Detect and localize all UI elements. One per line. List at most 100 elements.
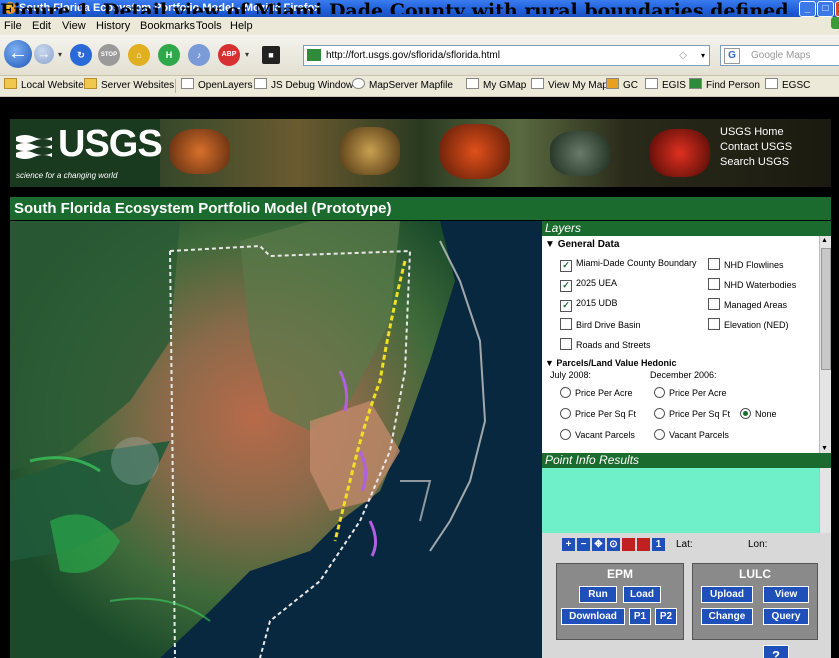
adblock-dropdown-icon[interactable]: ▾	[245, 50, 249, 59]
contact-usgs-link[interactable]: Contact USGS	[720, 140, 792, 155]
stop-button[interactable]: STOP	[98, 44, 120, 66]
run-button[interactable]: Run	[579, 586, 617, 603]
radio-vacant-parcels-2008[interactable]: Vacant Parcels	[560, 429, 635, 440]
menu-tools[interactable]: Tools	[196, 17, 222, 35]
layers-header: Layers	[542, 221, 831, 236]
url-text: http://fort.usgs.gov/sflorida/sflorida.h…	[326, 50, 500, 61]
measure-button[interactable]: 1	[652, 538, 665, 551]
checkbox-miami-dade-boundary[interactable]: ✓ Miami-Dade County Boundary	[560, 258, 697, 272]
menu-edit[interactable]: Edit	[32, 17, 51, 35]
upload-button[interactable]: Upload	[701, 586, 753, 603]
checkbox-2015-udb[interactable]: ✓ 2015 UDB	[560, 298, 618, 312]
bookmark-find-person[interactable]: Find Person	[689, 76, 760, 96]
checkbox-roads-streets[interactable]: Roads and Streets	[560, 338, 651, 350]
query-button[interactable]: Query	[763, 608, 809, 625]
parcels-group[interactable]: ▼ Parcels/Land Value Hedonic	[545, 358, 676, 368]
full-extent-button[interactable]: ⊙	[607, 538, 620, 551]
radio-vacant-parcels-2006[interactable]: Vacant Parcels	[654, 429, 729, 440]
lat-label: Lat:	[676, 539, 693, 550]
back-button[interactable]: ←	[4, 40, 32, 68]
checkbox-bird-drive-basin[interactable]: Bird Drive Basin	[560, 318, 641, 330]
usgs-wave-icon	[16, 135, 52, 159]
usgs-logo[interactable]: USGS science for a changing world	[10, 119, 163, 187]
snake-photo	[340, 127, 400, 175]
radio-price-per-acre-2008[interactable]: Price Per Acre	[560, 387, 633, 398]
load-button[interactable]: Load	[623, 586, 661, 603]
menu-bookmarks[interactable]: Bookmarks	[140, 17, 195, 35]
scroll-down-icon[interactable]: ▼	[821, 445, 828, 452]
change-button[interactable]: Change	[701, 608, 753, 625]
salamander-photo	[440, 124, 510, 179]
red-tool-button-2[interactable]	[637, 538, 650, 551]
view-button[interactable]: View	[763, 586, 809, 603]
search-placeholder: Google Maps	[751, 50, 811, 61]
bookmark-js-debug[interactable]: JS Debug Window	[254, 76, 353, 96]
url-bar[interactable]: http://fort.usgs.gov/sflorida/sflorida.h…	[303, 45, 710, 66]
bookmark-gc[interactable]: GC	[606, 76, 638, 96]
checkbox-elevation-ned[interactable]: Elevation (NED)	[708, 318, 789, 330]
checkbox-nhd-waterbodies[interactable]: NHD Waterbodies	[708, 278, 796, 290]
checkbox-managed-areas[interactable]: Managed Areas	[708, 298, 787, 310]
bookmark-mapserver[interactable]: MapServer Mapfile	[352, 76, 453, 96]
pan-button[interactable]: ✥	[592, 538, 605, 551]
radio-price-per-sqft-2006[interactable]: Price Per Sq Ft	[654, 408, 730, 419]
bookmark-star-icon[interactable]: ◇	[679, 46, 687, 65]
menu-file[interactable]: File	[4, 17, 22, 35]
menu-view[interactable]: View	[62, 17, 86, 35]
search-engine-icon[interactable]: G	[724, 48, 740, 64]
usgs-icon	[689, 78, 702, 89]
bookmark-local-websites[interactable]: Local Websites	[4, 76, 89, 96]
browser-window: South Florida Ecosystem Portfolio Model …	[0, 0, 839, 658]
menu-help[interactable]: Help	[230, 17, 253, 35]
zoom-in-button[interactable]: +	[562, 538, 575, 551]
general-data-group[interactable]: ▼ General Data	[545, 239, 619, 250]
figure-caption: Figure 1. Detail view of Miami Dade Coun…	[0, 0, 796, 14]
usgs-home-link[interactable]: USGS Home	[720, 125, 792, 140]
bookmark-openlayers[interactable]: OpenLayers	[181, 76, 252, 96]
page-content: USGS science for a changing world USGS H…	[0, 97, 839, 658]
page-icon	[531, 78, 544, 89]
usgs-banner: USGS science for a changing world USGS H…	[10, 119, 831, 187]
bookmark-server-websites[interactable]: Server Websites	[84, 76, 174, 96]
search-usgs-link[interactable]: Search USGS	[720, 155, 792, 170]
epm-title: EPM	[606, 567, 633, 581]
checkbox-2025-uea[interactable]: ✓ 2025 UEA	[560, 278, 617, 292]
folder-icon	[4, 78, 17, 89]
map-view[interactable]	[10, 221, 542, 658]
bookmark-view-my-map[interactable]: View My Map	[531, 76, 608, 96]
adblock-icon[interactable]: ABP	[218, 44, 240, 66]
right-panel: Layers ▼ General Data ✓ Miami-Dade County…	[542, 221, 831, 658]
radio-none[interactable]: None	[740, 408, 777, 419]
forward-button[interactable]: →	[34, 44, 54, 64]
green-extension-icon[interactable]: H	[158, 44, 180, 66]
bookmark-egsc[interactable]: EGSC	[765, 76, 810, 96]
tools-panel: + − ✥ ⊙ 1 Lat: Lon: EPM Run Load Downloa…	[542, 533, 831, 658]
url-dropdown-icon[interactable]: ▾	[701, 46, 705, 65]
extension-icon[interactable]: ♪	[188, 44, 210, 66]
scroll-up-icon[interactable]: ▲	[821, 237, 828, 244]
bookmark-egis[interactable]: EGIS	[645, 76, 686, 96]
p1-button[interactable]: P1	[629, 608, 651, 625]
zoom-out-button[interactable]: −	[577, 538, 590, 551]
search-box[interactable]: G Google Maps	[720, 45, 839, 66]
bookmark-my-gmap[interactable]: My GMap	[466, 76, 526, 96]
red-tool-button[interactable]	[622, 538, 635, 551]
layers-scrollbar[interactable]: ▲ ▼	[819, 236, 831, 453]
help-button[interactable]: ?	[763, 645, 789, 658]
scrollbar-thumb[interactable]	[821, 248, 831, 370]
frog-photo	[170, 129, 230, 174]
p2-button[interactable]: P2	[655, 608, 677, 625]
page-icon	[181, 78, 194, 89]
bookmarks-toolbar: Local Websites Server Websites OpenLayer…	[0, 76, 839, 97]
checkbox-nhd-flowlines[interactable]: NHD Flowlines	[708, 258, 784, 270]
menu-history[interactable]: History	[96, 17, 130, 35]
screen-capture-icon[interactable]: ■	[262, 46, 280, 64]
history-dropdown-icon[interactable]: ▾	[58, 50, 62, 59]
download-button[interactable]: Download	[561, 608, 625, 625]
radio-price-per-sqft-2008[interactable]: Price Per Sq Ft	[560, 408, 636, 419]
radio-price-per-acre-2006[interactable]: Price Per Acre	[654, 387, 727, 398]
point-info-scrollbar[interactable]	[819, 468, 831, 533]
home-button[interactable]: ⌂	[128, 44, 150, 66]
reload-button[interactable]: ↻	[70, 44, 92, 66]
usgs-top-links: USGS Home Contact USGS Search USGS	[720, 125, 792, 170]
